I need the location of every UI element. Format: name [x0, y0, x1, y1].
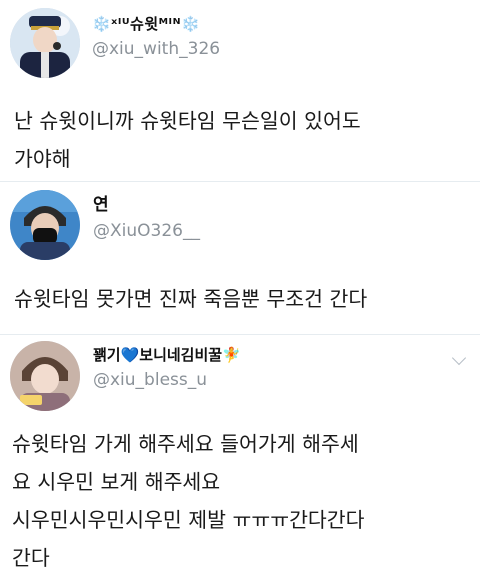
avatar[interactable] — [10, 341, 80, 411]
profile-photo-icon — [10, 341, 80, 411]
tweet-2: 연 @XiuO326__ 슈윗타임 못가면 진짜 죽음뿐 무조건 간다 — [0, 182, 480, 334]
tweet-1: ❄️ˣᴵᵁ슈윗ᴹᴵᴺ❄️ @xiu_with_326 난 슈윗이니까 슈윗타임 … — [0, 0, 480, 171]
avatar[interactable] — [10, 190, 80, 260]
user-handle[interactable]: @XiuO326__ — [93, 220, 200, 242]
chevron-down-icon[interactable] — [451, 350, 467, 366]
tweet-text: 슈윗타임 못가면 진짜 죽음뿐 무조건 간다 — [14, 287, 368, 311]
user-handle[interactable]: @xiu_bless_u — [93, 369, 207, 391]
tweet-3: 꽭기💙보니네김비꿀🧚 @xiu_bless_u 슈윗타임 가게 해주세요 들어가… — [0, 335, 480, 587]
profile-photo-icon — [10, 8, 80, 78]
tweet-text: 슈윗타임 가게 해주세요 들어가게 해주세 요 시우민 보게 해주세요 시우민시… — [12, 432, 365, 570]
display-name[interactable]: ❄️ˣᴵᵁ슈윗ᴹᴵᴺ❄️ — [92, 14, 200, 34]
avatar[interactable] — [10, 8, 80, 78]
profile-photo-icon — [10, 190, 80, 260]
tweet-text: 난 슈윗이니까 슈윗타임 무슨일이 있어도 가야해 — [14, 109, 361, 171]
user-handle[interactable]: @xiu_with_326 — [92, 38, 220, 60]
display-name[interactable]: 꽭기💙보니네김비꿀🧚 — [93, 345, 241, 365]
display-name[interactable]: 연 — [93, 195, 109, 215]
